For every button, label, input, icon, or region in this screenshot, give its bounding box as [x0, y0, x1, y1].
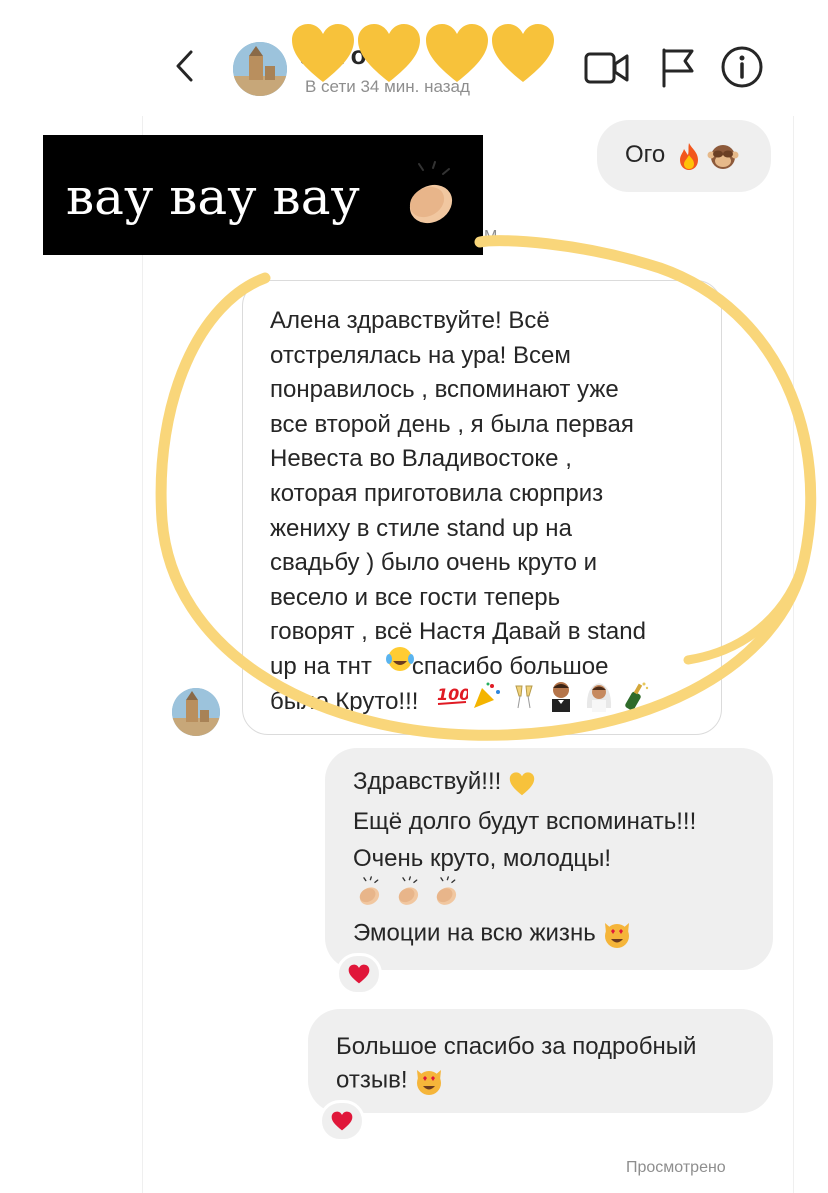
clap-icon: [437, 876, 457, 905]
video-call-icon: [584, 52, 629, 84]
back-button[interactable]: [170, 46, 200, 86]
message-text: отзыв!: [336, 1066, 408, 1094]
message-text: Эмоции на всю жизнь: [353, 919, 596, 947]
info-button[interactable]: [720, 45, 764, 89]
monkey-icon: [707, 145, 739, 169]
message-text: Ого: [625, 141, 666, 168]
groom-icon: [552, 682, 570, 712]
clap-icon: [398, 876, 418, 905]
chevron-left-icon: [176, 50, 193, 82]
flag-icon: [662, 48, 694, 88]
message-text-line: Очень круто, молодцы!: [353, 845, 612, 872]
incoming-message-text: Алена здравствуйте! Всё отстрелялась на …: [270, 307, 646, 715]
message-timestamp: M: [484, 228, 498, 245]
clap-emoji-row: [353, 876, 462, 908]
sender-avatar[interactable]: [172, 688, 220, 736]
clap-icon: [409, 161, 453, 224]
yellow-hearts-sticker: [292, 24, 554, 82]
party-popper-icon: [474, 682, 500, 708]
champagne-glasses-icon: [515, 685, 533, 709]
svg-text:100: 100: [437, 685, 468, 704]
message-text: Здравствуй!!!: [353, 768, 502, 795]
yellow-heart-icon: [492, 24, 554, 82]
message-reaction[interactable]: [336, 953, 382, 995]
heart-eyes-cat-icon: [605, 923, 630, 948]
message-text-line: отзыв!: [336, 1066, 444, 1096]
red-heart-icon: [348, 964, 370, 984]
outgoing-message-bubble[interactable]: [308, 1009, 773, 1113]
chat-screen: a la o a В сети 34 мин. назад: [0, 0, 828, 1193]
yellow-heart-icon: [292, 24, 354, 82]
report-button[interactable]: [658, 46, 698, 88]
seen-status: Просмотрено: [626, 1159, 726, 1176]
message-text-line: Эмоции на всю жизнь: [353, 919, 632, 949]
header-avatar[interactable]: [233, 42, 287, 96]
message-text-line: Здравствуй!!!: [353, 768, 536, 796]
info-icon: [721, 46, 763, 88]
avatar-photo: [233, 42, 287, 96]
message-text-line: Ещё долго будут вспоминать!!!: [353, 808, 697, 835]
yellow-heart-icon: [426, 24, 488, 82]
avatar-photo: [172, 688, 220, 736]
yellow-heart-icon: [509, 772, 535, 795]
yellow-heart-icon: [358, 24, 420, 82]
tears-of-joy-icon: [386, 647, 414, 671]
bride-icon: [586, 683, 612, 712]
fire-icon: [680, 143, 698, 170]
story-caption-text: вау вау вау: [66, 168, 360, 226]
message-reaction[interactable]: [319, 1100, 365, 1142]
red-heart-icon: [331, 1111, 353, 1131]
video-call-button[interactable]: [584, 50, 630, 86]
heart-eyes-cat-icon: [417, 1070, 442, 1095]
clap-icon: [359, 876, 380, 905]
champagne-bottle-icon: [625, 682, 649, 711]
hundred-points-icon: 100: [437, 685, 468, 705]
message-text-line: Большое спасибо за подробный: [336, 1033, 697, 1060]
